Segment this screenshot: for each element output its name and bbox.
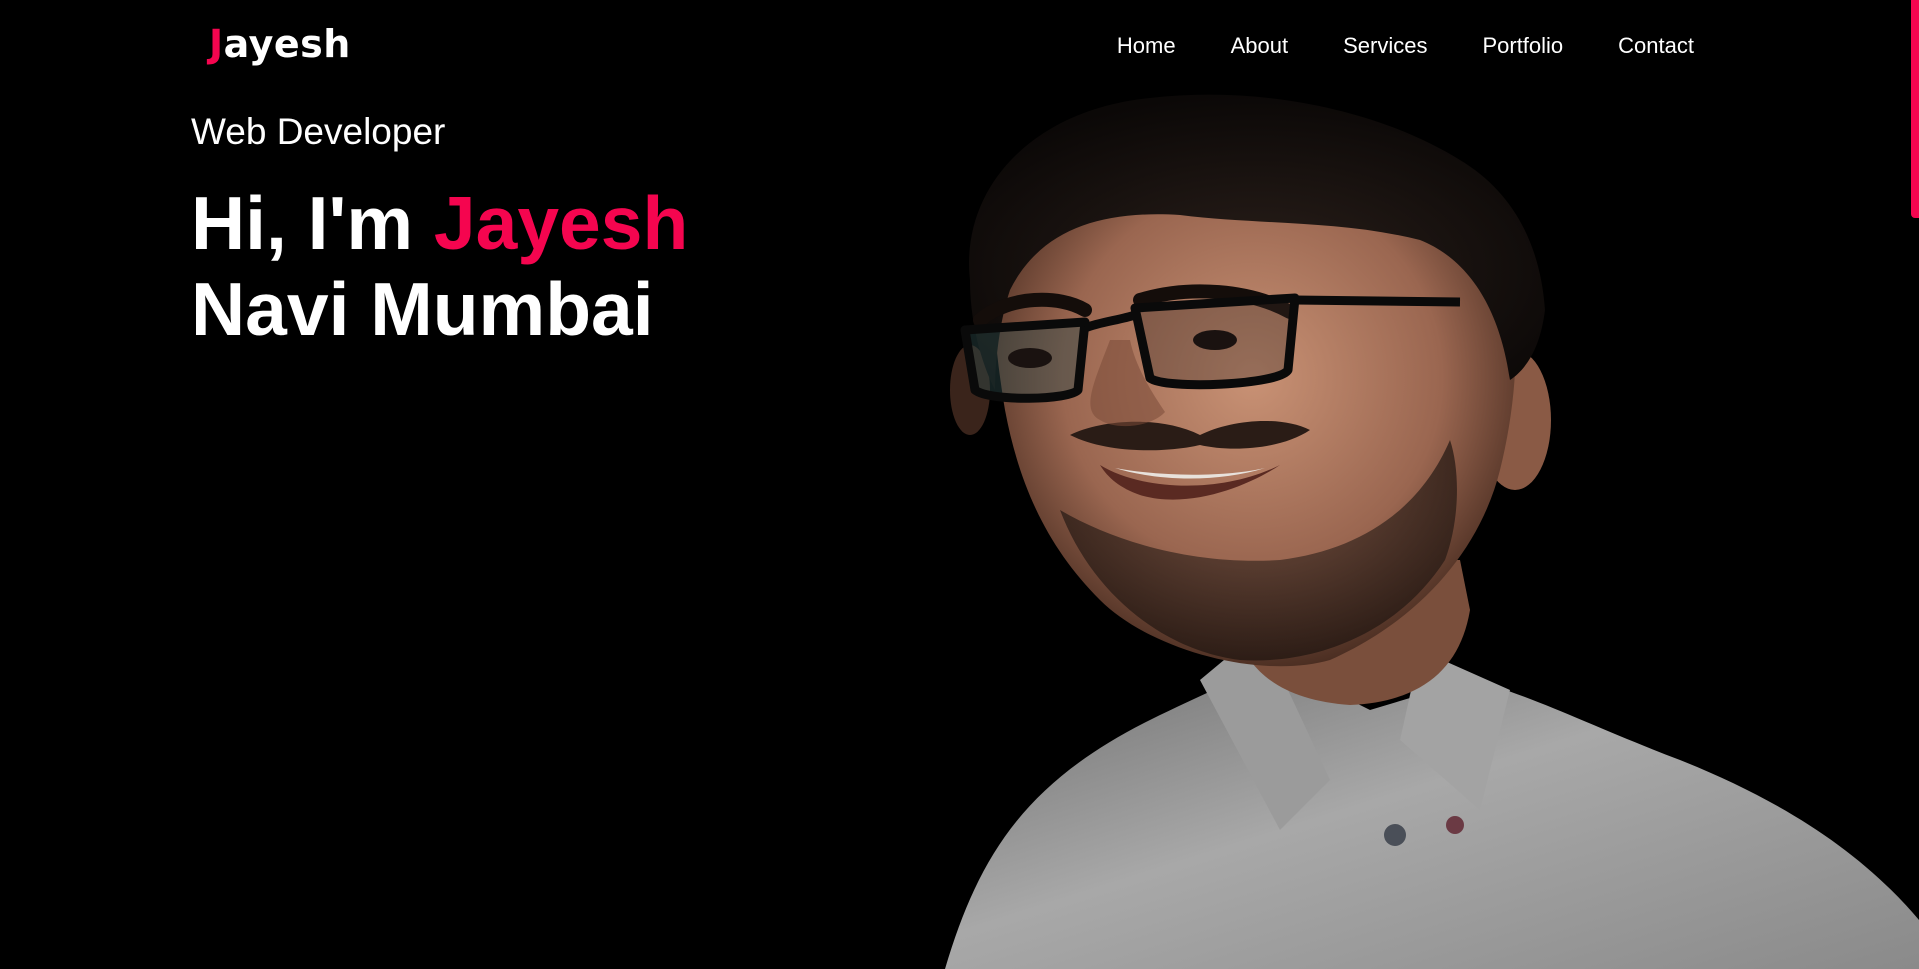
hero-subtitle: Web Developer [191, 111, 446, 152]
main-nav: Home About Services Portfolio Contact [1117, 33, 1694, 59]
hero-headline: Hi, I'm Jayesh Navi Mumbai [191, 180, 688, 352]
hero-greeting: Hi, I'm [191, 181, 414, 265]
portrait-photo [945, 94, 1919, 969]
nav-portfolio[interactable]: Portfolio [1482, 33, 1563, 59]
logo-initial: J [209, 22, 224, 66]
hero-location: Navi Mumbai [191, 267, 654, 351]
nav-services[interactable]: Services [1343, 33, 1427, 59]
scrollbar-thumb[interactable] [1911, 0, 1919, 218]
logo-text: ayesh [223, 22, 351, 66]
logo[interactable]: Jayesh [209, 22, 351, 66]
hero-name: Jayesh [433, 181, 689, 265]
page: Jayesh Home About Services Portfolio Con… [0, 0, 1919, 969]
nav-about[interactable]: About [1231, 33, 1289, 59]
nav-home[interactable]: Home [1117, 33, 1176, 59]
nav-contact[interactable]: Contact [1618, 33, 1694, 59]
